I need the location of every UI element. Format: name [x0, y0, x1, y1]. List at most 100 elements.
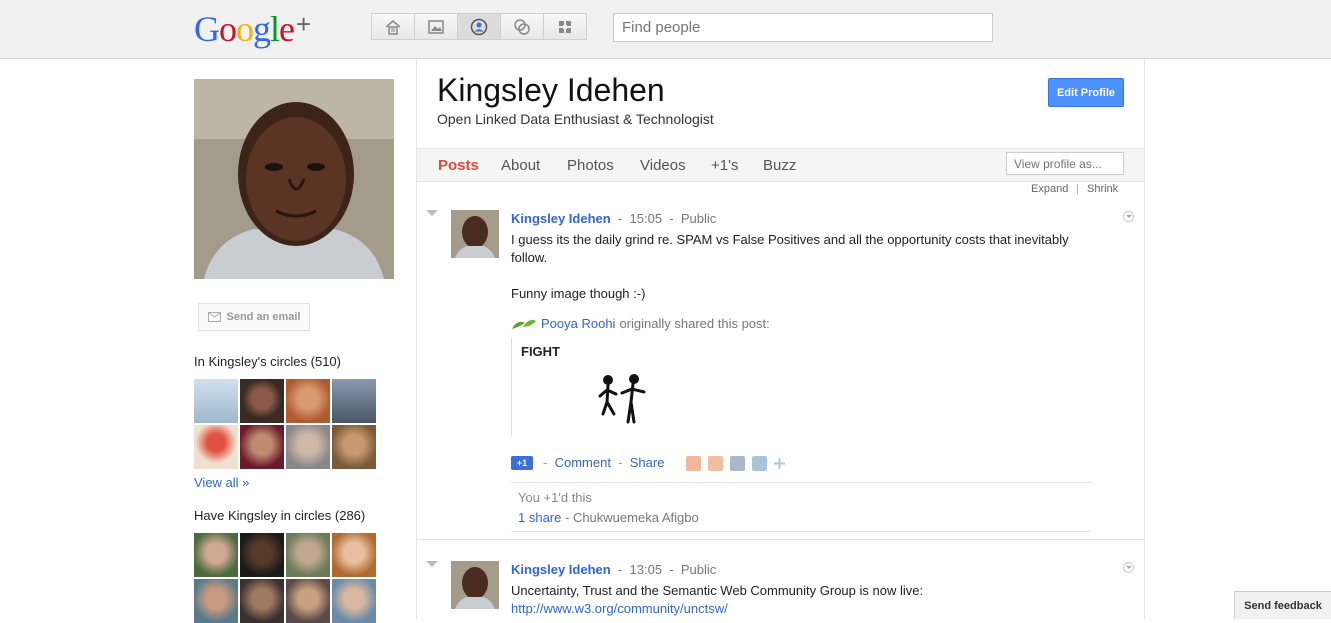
circle-member-avatar[interactable]	[286, 379, 330, 423]
shrink-link[interactable]: Shrink	[1087, 183, 1118, 195]
post-actions: +1 - Comment - Share	[511, 455, 664, 470]
shares-summary: 1 share - Chukwuemeka Afigbo	[518, 510, 699, 525]
tab-photos[interactable]: Photos	[567, 157, 614, 174]
follower-avatar[interactable]	[332, 579, 376, 623]
post-visibility[interactable]: Public	[681, 211, 716, 226]
separator: -	[669, 211, 674, 226]
circles-icon	[514, 18, 530, 35]
post-body: I guess its the daily grind re. SPAM vs …	[511, 231, 1101, 303]
circle-member-avatar[interactable]	[332, 425, 376, 469]
separator: -	[618, 455, 623, 470]
column-divider-right	[1144, 59, 1145, 619]
post-author[interactable]: Kingsley Idehen	[511, 562, 611, 577]
nav-home-button[interactable]	[371, 13, 415, 40]
circle-member-avatar[interactable]	[286, 425, 330, 469]
post-author[interactable]: Kingsley Idehen	[511, 211, 611, 226]
follower-avatar[interactable]	[332, 533, 376, 577]
post-header: Kingsley Idehen - 13:05 - Public	[511, 562, 716, 577]
tumblr-share-icon[interactable]	[730, 456, 745, 471]
tab-buzz[interactable]: Buzz	[763, 157, 796, 174]
expand-link[interactable]: Expand	[1031, 183, 1068, 195]
in-circles-heading: In Kingsley's circles (510)	[194, 354, 341, 369]
post-time[interactable]: 15:05	[630, 211, 663, 226]
share-link[interactable]: Share	[630, 455, 665, 470]
post-menu-icon[interactable]	[1123, 562, 1134, 573]
tab-posts[interactable]: Posts	[438, 157, 479, 174]
posterous-share-icon[interactable]	[686, 456, 701, 471]
edit-profile-button[interactable]: Edit Profile	[1048, 78, 1124, 107]
shares-by: - Chukwuemeka Afigbo	[565, 510, 699, 525]
envelope-icon	[207, 312, 221, 322]
profile-photo[interactable]	[194, 79, 394, 279]
plus-ones-summary: You +1'd this	[518, 490, 592, 505]
post-text-line: follow.	[511, 250, 548, 265]
follower-avatar[interactable]	[194, 533, 238, 577]
column-divider-left	[416, 59, 417, 619]
nav-games-button[interactable]	[543, 13, 587, 40]
profile-name: Kingsley Idehen	[437, 72, 665, 108]
circle-member-avatar[interactable]	[240, 425, 284, 469]
send-email-button[interactable]: Send an email	[198, 303, 310, 331]
follower-avatar[interactable]	[240, 579, 284, 623]
circle-member-avatar[interactable]	[194, 425, 238, 469]
home-icon	[385, 19, 401, 35]
post-author-avatar[interactable]	[451, 561, 499, 609]
leaf-icon	[512, 319, 536, 329]
google-plus-logo[interactable]: Google+	[194, 8, 311, 50]
expand-shrink-divider: |	[1076, 183, 1079, 195]
have-in-circles-heading: Have Kingsley in circles (286)	[194, 508, 366, 523]
top-bar: Google+	[0, 0, 1331, 59]
profile-icon	[470, 18, 488, 35]
send-email-label: Send an email	[226, 311, 301, 323]
post-author-avatar[interactable]	[451, 210, 499, 258]
more-share-icon[interactable]	[773, 457, 786, 470]
games-icon	[559, 20, 571, 33]
tab-plusones[interactable]: +1's	[711, 157, 738, 174]
linkedin-share-icon[interactable]	[752, 456, 767, 471]
embed-title: FIGHT	[521, 344, 560, 359]
find-people-input[interactable]	[613, 13, 993, 42]
post-text-line: Uncertainty, Trust and the Semantic Web …	[511, 583, 924, 598]
separator: -	[617, 211, 623, 226]
nav-profile-button[interactable]	[457, 13, 501, 40]
post-link[interactable]: http://www.w3.org/community/unctsw/	[511, 600, 1101, 618]
plus-one-button[interactable]: +1	[511, 455, 533, 470]
have-in-circles-grid	[194, 533, 376, 623]
separator: -	[669, 562, 674, 577]
nav-circles-button[interactable]	[500, 13, 544, 40]
post-visibility[interactable]: Public	[681, 562, 716, 577]
post-text-line: Funny image though :-)	[511, 286, 646, 301]
circle-member-avatar[interactable]	[240, 379, 284, 423]
post-collapse-arrow-icon[interactable]	[426, 561, 438, 567]
post-divider	[417, 539, 1144, 540]
tab-videos[interactable]: Videos	[640, 157, 686, 174]
nav-icons	[371, 13, 587, 41]
circle-member-avatar[interactable]	[332, 379, 376, 423]
post-collapse-arrow-icon[interactable]	[426, 210, 438, 216]
fight-image[interactable]	[596, 372, 652, 428]
view-all-link[interactable]: View all »	[194, 475, 249, 490]
reshare-attribution: Pooya Roohi originally shared this post:	[511, 316, 770, 331]
circle-member-avatar[interactable]	[194, 379, 238, 423]
send-feedback-button[interactable]: Send feedback	[1234, 591, 1331, 619]
rss-share-icon[interactable]	[708, 456, 723, 471]
separator: -	[617, 562, 623, 577]
reshare-author[interactable]: Pooya Roohi	[541, 316, 615, 331]
tab-about[interactable]: About	[501, 157, 540, 174]
post-header: Kingsley Idehen - 15:05 - Public	[511, 211, 716, 226]
follower-avatar[interactable]	[194, 579, 238, 623]
post-menu-icon[interactable]	[1123, 211, 1134, 222]
separator: -	[543, 455, 548, 470]
shares-count-link[interactable]: 1 share	[518, 510, 561, 525]
post-text-line: I guess its the daily grind re. SPAM vs …	[511, 232, 1069, 247]
comment-link[interactable]: Comment	[555, 455, 611, 470]
follower-avatar[interactable]	[286, 579, 330, 623]
follower-avatar[interactable]	[240, 533, 284, 577]
nav-photos-button[interactable]	[414, 13, 458, 40]
in-circles-grid	[194, 379, 376, 469]
follower-avatar[interactable]	[286, 533, 330, 577]
post-time[interactable]: 13:05	[630, 562, 663, 577]
photos-icon	[428, 19, 444, 34]
reshare-suffix: originally shared this post:	[619, 316, 770, 331]
view-profile-as-input[interactable]	[1006, 152, 1124, 175]
